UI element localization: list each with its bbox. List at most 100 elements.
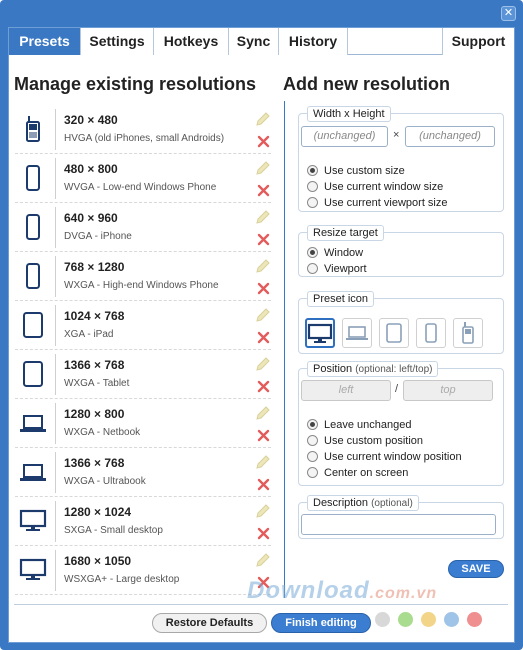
preset-row[interactable]: 1366 × 768 WXGA - Ultrabook [15, 448, 271, 497]
edit-pencil-icon[interactable] [255, 258, 271, 274]
tab-history[interactable]: History [279, 28, 348, 55]
color-swatch[interactable] [375, 612, 390, 627]
preset-description: WXGA - Tablet [64, 378, 130, 389]
radio-window-size[interactable]: Use current window size [307, 180, 443, 194]
color-swatch[interactable] [467, 612, 482, 627]
radio-dot [307, 181, 318, 192]
delete-x-icon[interactable] [257, 329, 270, 344]
preset-row[interactable]: 1366 × 768 WXGA - Tablet [15, 350, 271, 399]
radio-dot [307, 247, 318, 258]
finish-editing-button[interactable]: Finish editing [271, 613, 371, 633]
delete-x-icon[interactable] [257, 525, 270, 540]
close-button[interactable]: ✕ [501, 6, 516, 21]
radio-label: Use custom position [324, 435, 424, 447]
mobile-phone-icon [19, 115, 47, 143]
tab-support[interactable]: Support [442, 28, 514, 55]
row-divider [55, 403, 56, 444]
preset-resolution: 768 × 1280 [64, 260, 125, 274]
radio-center-screen[interactable]: Center on screen [307, 466, 408, 480]
tab-hotkeys[interactable]: Hotkeys [154, 28, 229, 55]
color-swatch[interactable] [421, 612, 436, 627]
tablet-icon [19, 311, 47, 339]
size-legend: Width x Height [307, 106, 391, 122]
preset-description: WSXGA+ - Large desktop [64, 574, 180, 585]
radio-label: Use current window position [324, 451, 462, 463]
save-button[interactable]: SAVE [448, 560, 504, 578]
preset-row[interactable]: 1680 × 1050 WSXGA+ - Large desktop [15, 546, 271, 595]
radio-dot [307, 263, 318, 274]
watermark-tld: .com.vn [369, 585, 438, 602]
edit-pencil-icon[interactable] [255, 307, 271, 323]
position-legend-note: (optional: left/top) [355, 364, 433, 375]
edit-pencil-icon[interactable] [255, 503, 271, 519]
preset-description: DVGA - iPhone [64, 231, 132, 242]
radio-target-viewport[interactable]: Viewport [307, 262, 367, 276]
edit-pencil-icon[interactable] [255, 454, 271, 470]
color-swatch[interactable] [444, 612, 459, 627]
mobile-phone-icon[interactable] [453, 318, 483, 348]
phone-icon [19, 213, 47, 241]
restore-defaults-button[interactable]: Restore Defaults [152, 613, 267, 633]
delete-x-icon[interactable] [257, 133, 270, 148]
row-divider [55, 452, 56, 493]
preset-row[interactable]: 1024 × 768 XGA - iPad [15, 301, 271, 350]
preset-row[interactable]: 480 × 800 WVGA - Low-end Windows Phone [15, 154, 271, 203]
radio-viewport-size[interactable]: Use current viewport size [307, 196, 448, 210]
phone-icon[interactable] [416, 318, 446, 348]
radio-label: Window [324, 247, 364, 259]
radio-window-position[interactable]: Use current window position [307, 450, 462, 464]
edit-pencil-icon[interactable] [255, 209, 271, 225]
preset-description: WXGA - Netbook [64, 427, 141, 438]
tablet-icon [19, 360, 47, 388]
resize-target-group: Resize target Window Viewport [298, 225, 504, 277]
radio-leave-unchanged[interactable]: Leave unchanged [307, 418, 411, 432]
delete-x-icon[interactable] [257, 182, 270, 197]
position-legend: Position (optional: left/top) [307, 361, 439, 377]
left-input[interactable]: left [301, 380, 391, 401]
color-swatch[interactable] [398, 612, 413, 627]
radio-label: Leave unchanged [324, 419, 412, 431]
desktop-monitor-icon[interactable] [305, 318, 335, 348]
radio-label: Center on screen [324, 467, 409, 479]
preset-resolution: 1280 × 800 [64, 407, 125, 421]
top-input[interactable]: top [403, 380, 493, 401]
radio-custom-position[interactable]: Use custom position [307, 434, 423, 448]
preset-resolution: 640 × 960 [64, 211, 118, 225]
app-window: ✕ Presets Settings Hotkeys Sync History … [0, 0, 523, 650]
row-divider [55, 501, 56, 542]
delete-x-icon[interactable] [257, 231, 270, 246]
delete-x-icon[interactable] [257, 427, 270, 442]
radio-target-window[interactable]: Window [307, 246, 363, 260]
tablet-icon[interactable] [379, 318, 409, 348]
preset-description: HVGA (old iPhones, small Androids) [64, 133, 225, 144]
tab-settings[interactable]: Settings [81, 28, 154, 55]
preset-resolution: 1024 × 768 [64, 309, 125, 323]
preset-row[interactable]: 1280 × 800 WXGA - Netbook [15, 399, 271, 448]
delete-x-icon[interactable] [257, 378, 270, 393]
tab-presets[interactable]: Presets [9, 28, 81, 55]
radio-custom-size[interactable]: Use custom size [307, 164, 405, 178]
preset-row[interactable]: 1280 × 1024 SXGA - Small desktop [15, 497, 271, 546]
edit-pencil-icon[interactable] [255, 356, 271, 372]
preset-resolution: 1366 × 768 [64, 358, 125, 372]
width-input[interactable]: (unchanged) [301, 126, 388, 147]
delete-x-icon[interactable] [257, 280, 270, 295]
preset-icon-group: Preset icon [298, 291, 504, 354]
edit-pencil-icon[interactable] [255, 552, 271, 568]
description-input[interactable] [301, 514, 496, 535]
edit-pencil-icon[interactable] [255, 160, 271, 176]
position-legend-text: Position [313, 363, 353, 375]
delete-x-icon[interactable] [257, 476, 270, 491]
preset-row[interactable]: 320 × 480 HVGA (old iPhones, small Androi… [15, 105, 271, 154]
preset-row[interactable]: 640 × 960 DVGA - iPhone [15, 203, 271, 252]
edit-pencil-icon[interactable] [255, 405, 271, 421]
preset-resolution: 320 × 480 [64, 113, 118, 127]
radio-dot [307, 197, 318, 208]
laptop-icon[interactable] [342, 318, 372, 348]
edit-pencil-icon[interactable] [255, 111, 271, 127]
add-heading: Add new resolution [283, 74, 451, 94]
tab-sync[interactable]: Sync [229, 28, 279, 55]
height-input[interactable]: (unchanged) [405, 126, 495, 147]
preset-description: WXGA - High-end Windows Phone [64, 280, 219, 291]
preset-row[interactable]: 768 × 1280 WXGA - High-end Windows Phone [15, 252, 271, 301]
